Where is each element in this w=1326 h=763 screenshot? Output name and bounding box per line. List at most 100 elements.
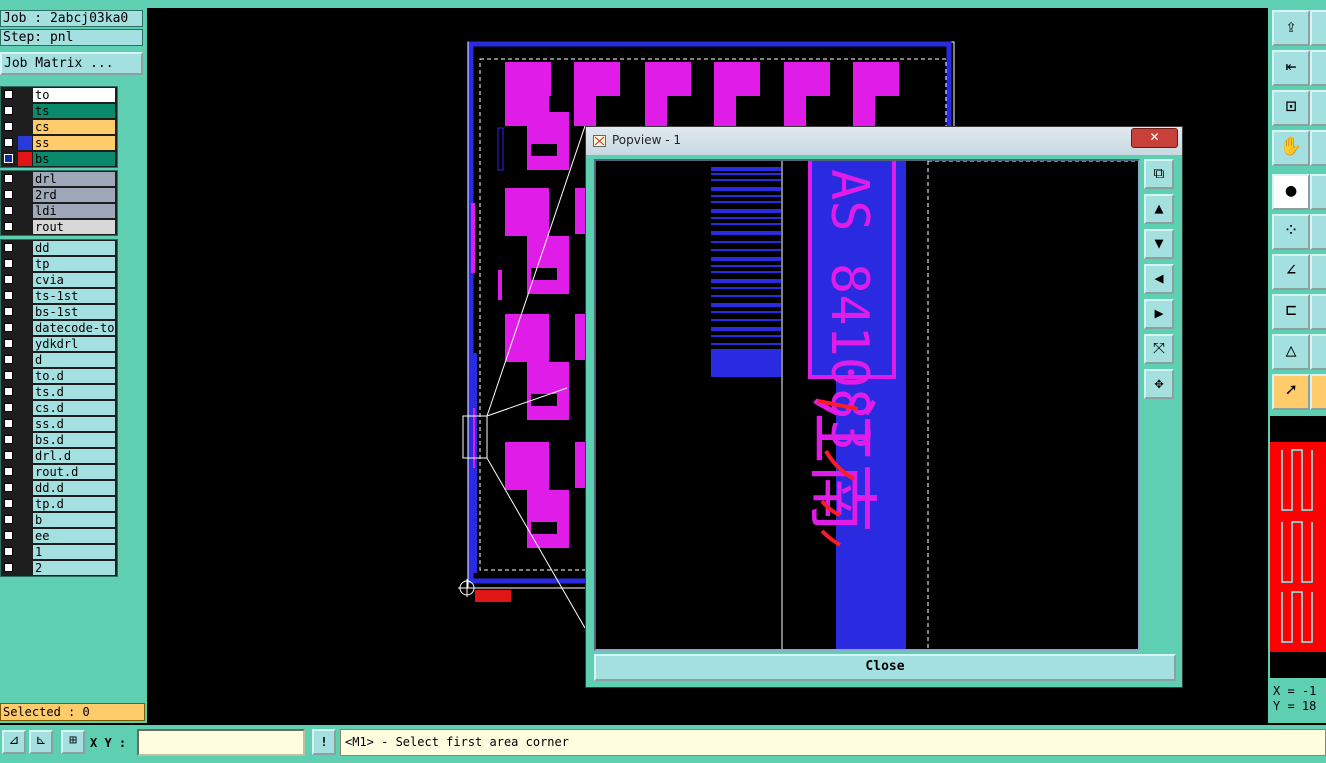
layer-checkbox[interactable] — [4, 499, 13, 508]
layer-row[interactable]: rout.d — [1, 464, 117, 480]
layer-checkbox[interactable] — [4, 222, 13, 231]
zoom-fit-icon[interactable]: ⊡ — [1272, 90, 1310, 126]
toolbar-button[interactable] — [1310, 90, 1326, 126]
layer-name[interactable]: to.d — [33, 369, 115, 383]
layer-row[interactable]: drl.d — [1, 448, 117, 464]
layer-row[interactable]: ee — [1, 528, 117, 544]
layer-row[interactable]: cs.d — [1, 400, 117, 416]
layer-row[interactable]: dd.d — [1, 480, 117, 496]
layer-checkbox[interactable] — [4, 451, 13, 460]
layer-row[interactable]: ldi — [1, 203, 117, 219]
toolbar-button[interactable] — [1310, 214, 1326, 250]
layer-name[interactable]: d — [33, 353, 115, 367]
layer-name[interactable]: drl.d — [33, 449, 115, 463]
layer-name[interactable]: cvia — [33, 273, 115, 287]
layer-row[interactable]: rout — [1, 219, 117, 235]
layer-name[interactable]: dd — [33, 241, 115, 255]
layer-row[interactable]: d — [1, 352, 117, 368]
layer-row[interactable]: b — [1, 512, 117, 528]
toolbar-button[interactable] — [1310, 130, 1326, 166]
layer-name[interactable]: bs-1st — [33, 305, 115, 319]
dimension-icon[interactable]: ⊏ — [1272, 294, 1310, 330]
layer-checkbox[interactable] — [4, 307, 13, 316]
triangle-icon[interactable]: △ — [1272, 334, 1310, 370]
layer-row[interactable]: to — [1, 87, 117, 103]
layer-name[interactable]: ts.d — [33, 385, 115, 399]
toolbar-button[interactable] — [1310, 294, 1326, 330]
popview-titlebar[interactable]: Popview - 1 ✕ — [586, 127, 1182, 155]
layer-checkbox[interactable] — [4, 355, 13, 364]
layer-name[interactable]: rout.d — [33, 465, 115, 479]
layer-name[interactable]: ss — [33, 136, 115, 150]
layer-row[interactable]: ts.d — [1, 384, 117, 400]
popview-down-icon[interactable]: ▼ — [1144, 229, 1174, 259]
layer-checkbox[interactable] — [4, 323, 13, 332]
popview-left-icon[interactable]: ◀ — [1144, 264, 1174, 294]
layer-row[interactable]: dd — [1, 240, 117, 256]
layer-checkbox[interactable] — [4, 174, 13, 183]
toolbar-button[interactable] — [1310, 334, 1326, 370]
layer-name[interactable]: ts — [33, 104, 115, 118]
popview-zoom-in-icon[interactable]: ✥ — [1144, 369, 1174, 399]
layer-row[interactable]: bs — [1, 151, 117, 167]
layer-checkbox[interactable] — [4, 190, 13, 199]
popview-zoom-out-icon[interactable]: ⤧ — [1144, 334, 1174, 364]
layer-checkbox[interactable] — [4, 122, 13, 131]
pan-icon[interactable]: ✋ — [1272, 130, 1310, 166]
layer-name[interactable]: bs — [33, 152, 115, 166]
layer-row[interactable]: 2rd — [1, 187, 117, 203]
layer-name[interactable]: tp.d — [33, 497, 115, 511]
layer-row[interactable]: tp — [1, 256, 117, 272]
toolbar-button[interactable] — [1310, 254, 1326, 290]
layer-row[interactable]: ydkdrl — [1, 336, 117, 352]
layer-name[interactable]: bs.d — [33, 433, 115, 447]
layer-row[interactable]: ts — [1, 103, 117, 119]
layer-name[interactable]: 2rd — [33, 188, 115, 202]
grid-icon[interactable]: ⊞ — [61, 730, 85, 754]
layer-checkbox[interactable] — [4, 243, 13, 252]
popview-zoom-icon[interactable]: ⧉ — [1144, 159, 1174, 189]
layer-checkbox[interactable] — [4, 403, 13, 412]
close-button[interactable]: Close — [594, 654, 1176, 681]
layer-name[interactable]: b — [33, 513, 115, 527]
alert-icon[interactable]: ! — [312, 729, 336, 755]
layer-checkbox[interactable] — [4, 154, 13, 163]
layer-checkbox[interactable] — [4, 547, 13, 556]
layer-row[interactable]: drl — [1, 171, 117, 187]
layer-checkbox[interactable] — [4, 339, 13, 348]
layer-name[interactable]: 2 — [33, 561, 115, 575]
layer-name[interactable]: rout — [33, 220, 115, 234]
overview-map[interactable] — [1270, 416, 1326, 678]
layer-name[interactable]: drl — [33, 172, 115, 186]
layer-row[interactable]: to.d — [1, 368, 117, 384]
layer-checkbox[interactable] — [4, 206, 13, 215]
layer-checkbox[interactable] — [4, 259, 13, 268]
layer-name[interactable]: to — [33, 88, 115, 102]
layer-row[interactable]: bs-1st — [1, 304, 117, 320]
popview-up-icon[interactable]: ▲ — [1144, 194, 1174, 224]
layer-name[interactable]: ydkdrl — [33, 337, 115, 351]
connect-icon[interactable]: ⁘ — [1272, 214, 1310, 250]
layer-row[interactable]: datecode-to — [1, 320, 117, 336]
zoom-prev-icon[interactable]: ⇤ — [1272, 50, 1310, 86]
layer-name[interactable]: ss.d — [33, 417, 115, 431]
layer-checkbox[interactable] — [4, 483, 13, 492]
layer-name[interactable]: datecode-to — [33, 321, 115, 335]
layer-row[interactable]: ss.d — [1, 416, 117, 432]
close-icon[interactable]: ✕ — [1131, 128, 1178, 148]
layer-checkbox[interactable] — [4, 435, 13, 444]
layer-name[interactable]: ee — [33, 529, 115, 543]
layer-checkbox[interactable] — [4, 106, 13, 115]
layer-checkbox[interactable] — [4, 531, 13, 540]
layer-row[interactable]: ss — [1, 135, 117, 151]
measure-icon[interactable]: ⊿ — [2, 730, 26, 754]
layer-checkbox[interactable] — [4, 138, 13, 147]
pad-select-icon[interactable]: ● — [1272, 174, 1310, 210]
layer-checkbox[interactable] — [4, 90, 13, 99]
layer-checkbox[interactable] — [4, 419, 13, 428]
ruler-icon[interactable]: ⊾ — [29, 730, 53, 754]
popview-right-icon[interactable]: ▶ — [1144, 299, 1174, 329]
toolbar-button[interactable] — [1310, 174, 1326, 210]
xy-input[interactable] — [137, 729, 305, 756]
layer-name[interactable]: ldi — [33, 204, 115, 218]
